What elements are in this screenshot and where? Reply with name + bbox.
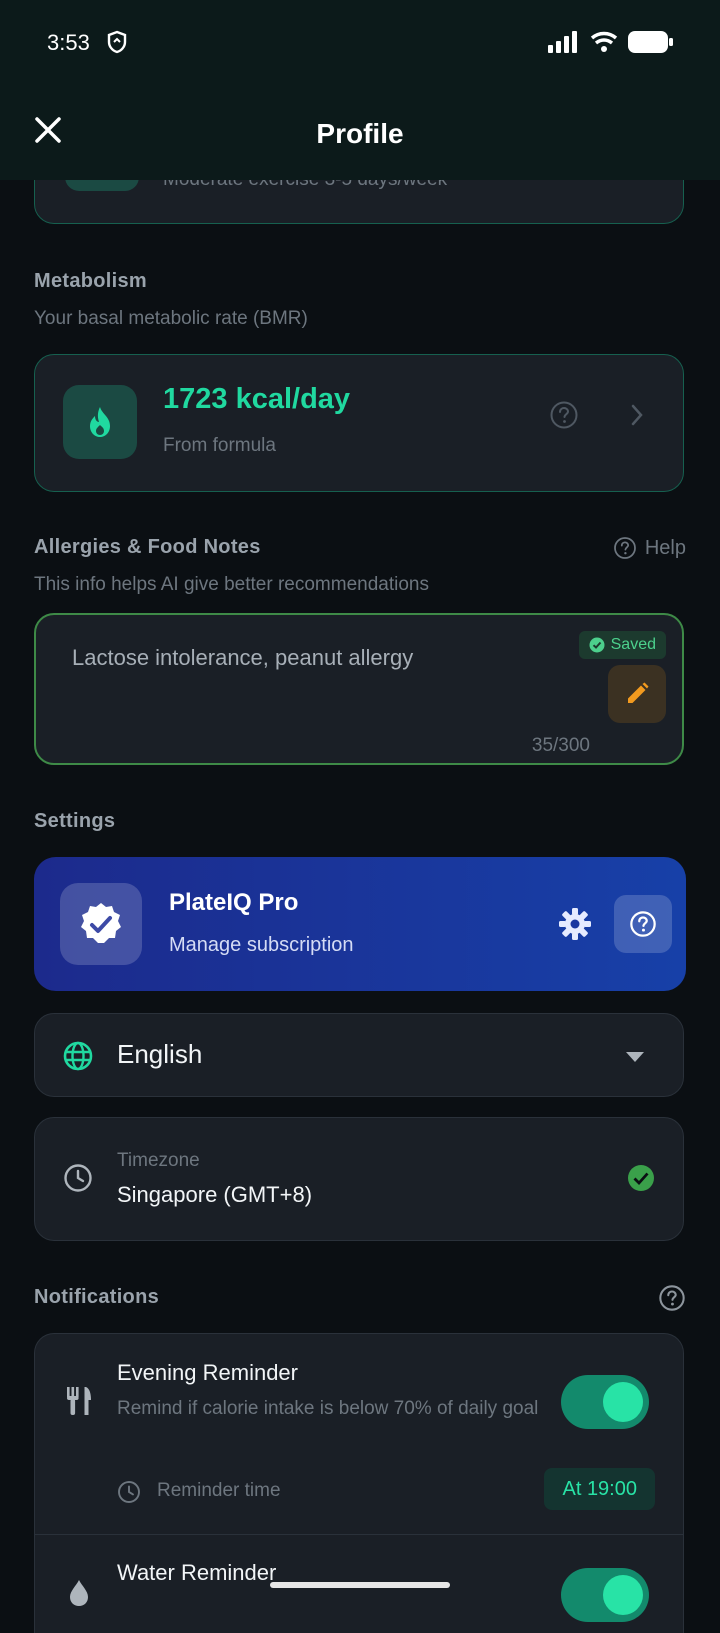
bmr-card[interactable]: 1723 kcal/day From formula: [34, 354, 684, 492]
pro-help-button[interactable]: [614, 895, 672, 953]
pencil-icon: [628, 682, 649, 703]
bmr-value: 1723 kcal/day: [163, 383, 351, 415]
help-circle-icon: [630, 911, 656, 937]
shield-icon: [106, 30, 128, 59]
system-icons: [548, 30, 674, 54]
reminder-time-label: Reminder time: [157, 1480, 281, 1501]
help-circle-icon: [613, 537, 636, 559]
pro-title: PlateIQ Pro: [169, 889, 299, 916]
water-reminder-toggle[interactable]: [561, 1568, 649, 1622]
battery-icon: [628, 31, 673, 53]
clock-icon: [63, 1163, 93, 1198]
dropdown-caret-icon: [625, 1050, 645, 1068]
verified-badge-icon: [60, 883, 142, 965]
toggle-knob: [603, 1575, 643, 1615]
saved-badge: Saved: [578, 631, 666, 659]
status-time: 3:53: [47, 30, 90, 55]
fire-icon: [63, 385, 137, 459]
help-circle-icon[interactable]: [549, 400, 579, 435]
app-bar: Profile: [0, 90, 720, 180]
help-circle-icon[interactable]: [658, 1284, 686, 1317]
gear-icon[interactable]: [558, 907, 592, 946]
edit-button[interactable]: [608, 665, 666, 723]
water-reminder-title: Water Reminder: [117, 1560, 277, 1585]
language-select[interactable]: English: [34, 1013, 684, 1097]
check-circle-icon: [627, 1164, 655, 1197]
metabolism-title: Metabolism: [34, 270, 148, 292]
fork-knife-icon: [65, 1386, 93, 1421]
saved-label: Saved: [610, 636, 656, 653]
allergies-help[interactable]: Help: [613, 536, 686, 560]
evening-reminder-toggle[interactable]: [561, 1375, 649, 1429]
reminder-time-chip[interactable]: At 19:00: [544, 1468, 655, 1510]
signal-icon: [548, 31, 577, 53]
timezone-value: Singapore (GMT+8): [117, 1182, 313, 1207]
home-indicator: [270, 1582, 450, 1588]
chevron-right-icon[interactable]: [629, 403, 645, 432]
wifi-icon: [590, 31, 618, 52]
evening-reminder-desc: Remind if calorie intake is below 70% of…: [117, 1398, 539, 1419]
check-circle-icon: [589, 637, 605, 653]
evening-reminder-title: Evening Reminder: [117, 1360, 298, 1385]
help-label: Help: [644, 536, 686, 559]
language-value: English: [117, 1039, 203, 1069]
clock-icon: [117, 1480, 141, 1509]
divider: [35, 1534, 683, 1535]
allergies-title: Allergies & Food Notes: [34, 536, 261, 558]
char-counter: 35/300: [531, 735, 590, 756]
water-drop-icon: [67, 1578, 91, 1613]
pro-subscription-card[interactable]: PlateIQ Pro Manage subscription: [34, 857, 686, 991]
metabolism-subtitle: Your basal metabolic rate (BMR): [34, 308, 308, 329]
settings-title: Settings: [34, 810, 116, 832]
globe-icon: [63, 1041, 93, 1076]
timezone-label: Timezone: [117, 1150, 200, 1171]
allergies-textarea[interactable]: Lactose intolerance, peanut allergy Save…: [34, 613, 684, 765]
timezone-row[interactable]: Timezone Singapore (GMT+8): [34, 1117, 684, 1241]
status-bar: 3:53: [0, 0, 720, 90]
notifications-title: Notifications: [34, 1286, 160, 1308]
allergies-text: Lactose intolerance, peanut allergy: [72, 645, 414, 670]
toggle-knob: [603, 1382, 643, 1422]
bmr-source: From formula: [163, 435, 276, 456]
notifications-card: Evening Reminder Remind if calorie intak…: [34, 1333, 684, 1633]
allergies-subtitle: This info helps AI give better recommend…: [34, 574, 429, 595]
page-title: Profile: [316, 118, 404, 149]
pro-subtitle: Manage subscription: [169, 934, 354, 956]
